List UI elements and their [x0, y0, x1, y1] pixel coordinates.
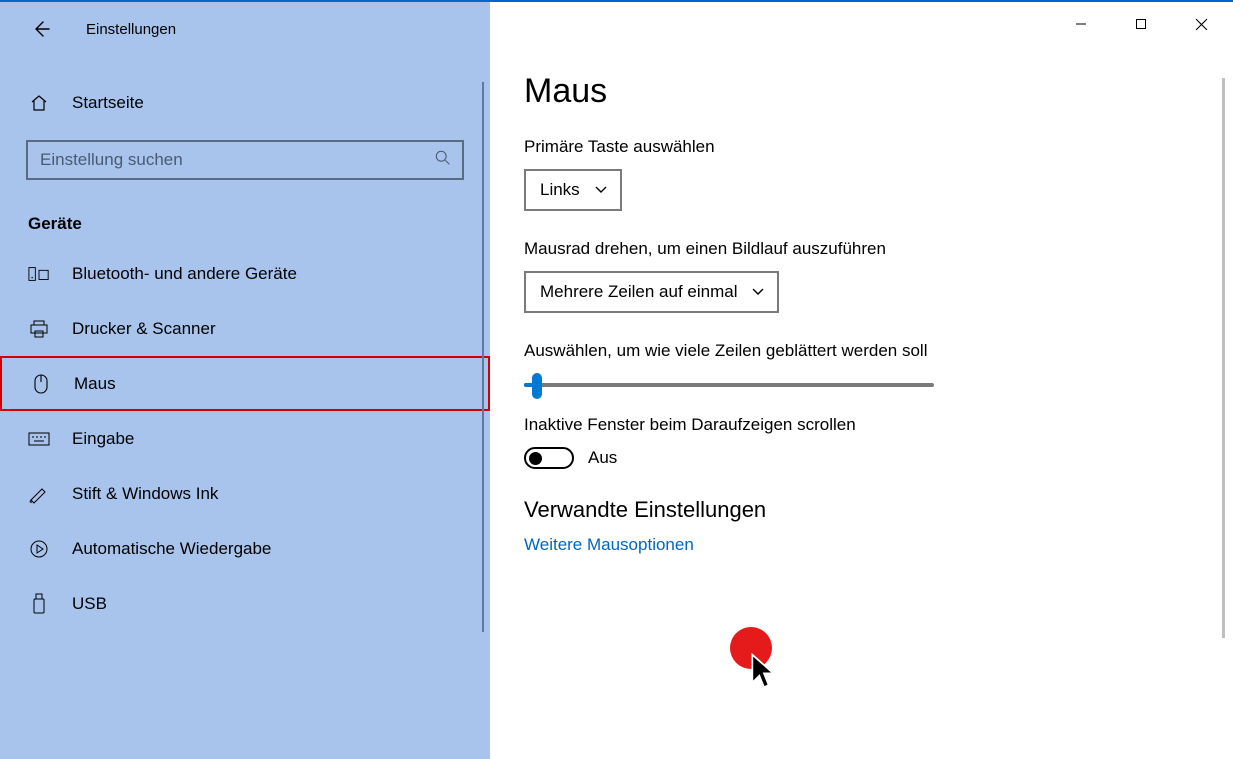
mouse-icon: [30, 373, 52, 395]
annotation-highlight-dot: [730, 627, 772, 669]
sidebar-item-mouse[interactable]: Maus: [0, 356, 490, 411]
maximize-button[interactable]: [1111, 6, 1171, 42]
window-title: Einstellungen: [86, 21, 176, 38]
printer-icon: [28, 318, 50, 340]
inactive-scroll-label: Inaktive Fenster beim Daraufzeigen scrol…: [524, 415, 1193, 435]
close-button[interactable]: [1171, 6, 1231, 42]
primary-button-value: Links: [540, 180, 580, 200]
scrollwheel-value: Mehrere Zeilen auf einmal: [540, 282, 737, 302]
chevron-down-icon: [751, 282, 765, 302]
sidebar-item-pen[interactable]: Stift & Windows Ink: [0, 466, 490, 521]
sidebar-item-typing[interactable]: Eingabe: [0, 411, 490, 466]
inactive-scroll-state: Aus: [588, 448, 617, 468]
sidebar-home-label: Startseite: [72, 93, 144, 113]
sidebar-item-label: Bluetooth- und andere Geräte: [72, 264, 297, 284]
sidebar-category: Geräte: [28, 214, 490, 234]
primary-button-select[interactable]: Links: [524, 169, 622, 211]
sidebar-item-printers[interactable]: Drucker & Scanner: [0, 301, 490, 356]
back-arrow-icon: [31, 19, 51, 39]
maximize-icon: [1135, 18, 1147, 30]
chevron-down-icon: [594, 180, 608, 200]
slider-thumb[interactable]: [532, 373, 542, 399]
usb-icon: [28, 593, 50, 615]
sidebar-item-label: USB: [72, 594, 107, 614]
back-button[interactable]: [26, 14, 56, 44]
pen-icon: [28, 483, 50, 505]
page-title: Maus: [524, 72, 1193, 111]
minimize-button[interactable]: [1051, 6, 1111, 42]
related-settings-title: Verwandte Einstellungen: [524, 497, 1193, 523]
settings-sidebar: Einstellungen Startseite Einstellung suc…: [0, 2, 490, 759]
search-icon: [434, 149, 452, 171]
minimize-icon: [1075, 18, 1087, 30]
sidebar-item-autoplay[interactable]: Automatische Wiedergabe: [0, 521, 490, 576]
sidebar-home[interactable]: Startseite: [0, 82, 490, 124]
sidebar-nav: Bluetooth- und andere Geräte Drucker & S…: [0, 246, 490, 631]
toggle-knob: [529, 452, 542, 465]
sidebar-item-label: Maus: [74, 374, 116, 394]
sidebar-item-bluetooth[interactable]: Bluetooth- und andere Geräte: [0, 246, 490, 301]
autoplay-icon: [28, 538, 50, 560]
scrollwheel-label: Mausrad drehen, um einen Bildlauf auszuf…: [524, 239, 1193, 259]
sidebar-item-label: Automatische Wiedergabe: [72, 539, 271, 559]
sidebar-scrollbar[interactable]: [482, 82, 484, 632]
home-icon: [28, 92, 50, 114]
lines-slider[interactable]: [524, 383, 934, 387]
sidebar-item-usb[interactable]: USB: [0, 576, 490, 631]
keyboard-icon: [28, 428, 50, 450]
lines-label: Auswählen, um wie viele Zeilen geblätter…: [524, 341, 1193, 361]
bluetooth-devices-icon: [28, 263, 50, 285]
inactive-scroll-toggle[interactable]: [524, 447, 574, 469]
sidebar-item-label: Stift & Windows Ink: [72, 484, 218, 504]
sidebar-item-label: Eingabe: [72, 429, 134, 449]
search-placeholder: Einstellung suchen: [40, 150, 434, 170]
main-content: Maus Primäre Taste auswählen Links Mausr…: [490, 2, 1233, 759]
close-icon: [1195, 18, 1208, 31]
primary-button-label: Primäre Taste auswählen: [524, 137, 1193, 157]
scrollwheel-select[interactable]: Mehrere Zeilen auf einmal: [524, 271, 779, 313]
main-scrollbar[interactable]: [1222, 78, 1225, 638]
additional-mouse-options-link[interactable]: Weitere Mausoptionen: [524, 535, 694, 555]
sidebar-item-label: Drucker & Scanner: [72, 319, 216, 339]
search-input[interactable]: Einstellung suchen: [26, 140, 464, 180]
